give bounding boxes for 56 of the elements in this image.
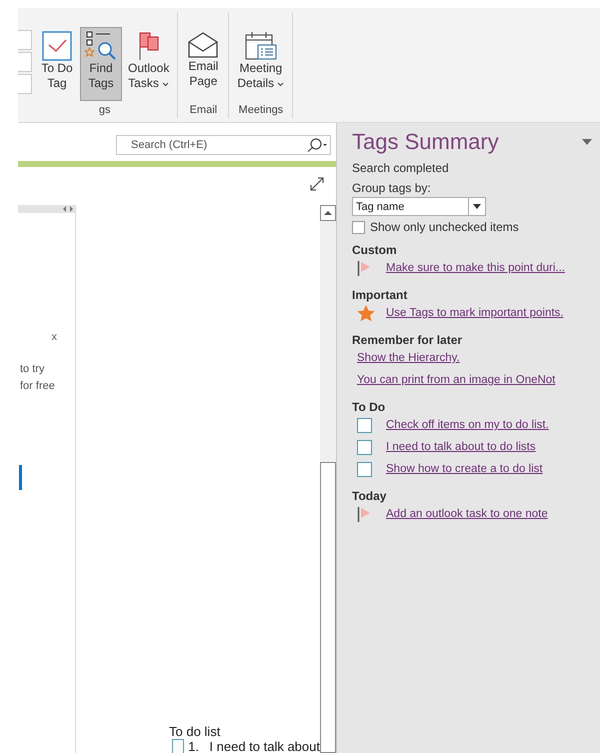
note-text: I need to talk about: [209, 738, 320, 753]
calendar-details-icon: [244, 31, 278, 61]
todo-checkbox[interactable]: [172, 738, 184, 753]
search-icon[interactable]: [305, 138, 329, 152]
todo-checkbox[interactable]: [357, 462, 372, 476]
up-arrow-icon: [324, 211, 332, 215]
envelope-icon: [187, 31, 220, 59]
promo-text: to try: [20, 362, 46, 377]
expand-gallery-button[interactable]: [18, 74, 32, 94]
tag-link[interactable]: You can print from an image in OneNot: [357, 374, 556, 386]
selection-bar: [19, 465, 22, 490]
tag-link[interactable]: Show the Hierarchy.: [357, 352, 460, 364]
scroll-up-button[interactable]: [320, 205, 336, 221]
scroll-arrows-icon[interactable]: [63, 206, 73, 212]
find-tags-icon: [84, 31, 118, 61]
search-field[interactable]: Search (Ctrl+E): [116, 135, 331, 155]
todo-checkbox[interactable]: [357, 418, 372, 432]
ribbon-button[interactable]: Meeting Details: [233, 27, 288, 101]
checkbox-tick-icon: [42, 31, 72, 61]
tag-link[interactable]: Use Tags to mark important points.: [386, 307, 564, 319]
tag-link[interactable]: Add an outlook task to one note: [386, 508, 548, 520]
checkbox[interactable]: [352, 220, 365, 234]
list-number: 1.: [188, 738, 200, 753]
tag-link[interactable]: I need to talk about to do lists: [386, 441, 536, 453]
close-button[interactable]: x: [52, 331, 57, 343]
todo-checkbox[interactable]: [357, 440, 372, 454]
tag-link[interactable]: Show how to create a to do list: [386, 463, 543, 475]
ribbon-button[interactable]: Email Page: [182, 27, 224, 101]
tag-link[interactable]: Check off items on my to do list.: [386, 419, 549, 431]
group-label: Email: [188, 104, 218, 118]
tag-link[interactable]: Make sure to make this point duri...: [386, 262, 565, 274]
group-by-label: Group tags by:: [352, 181, 432, 195]
group-label: gs: [98, 104, 112, 118]
checkbox-label: Show only unchecked items: [370, 220, 519, 234]
expand-icon[interactable]: [310, 177, 324, 191]
ribbon-button[interactable]: To Do Tag: [36, 27, 78, 101]
tag-group-heading: Remember for later: [352, 333, 464, 347]
star-icon: [357, 304, 375, 322]
flag-icon: [357, 506, 371, 522]
scrollbar-thumb[interactable]: [320, 462, 336, 753]
tag-group-heading: Important: [352, 288, 408, 302]
tag-group-heading: To Do: [352, 400, 386, 414]
tag-group-heading: Today: [352, 489, 388, 503]
tag-group-heading: Custom: [352, 243, 398, 257]
scroll-down-button[interactable]: [18, 52, 32, 72]
group-label: Meetings: [238, 104, 284, 118]
ribbon-button[interactable]: Outlook Tasks: [124, 27, 174, 101]
flag-icon: [357, 260, 371, 276]
ribbon-button[interactable]: Find Tags: [80, 27, 122, 101]
note-title: To do list: [169, 724, 222, 739]
pane-menu-icon[interactable]: [582, 139, 592, 145]
group-by-dropdown[interactable]: Tag name: [352, 197, 486, 216]
status-text: Search completed: [352, 161, 450, 175]
dropdown-arrow-icon: [473, 204, 481, 209]
promo-text: for free: [20, 379, 56, 394]
pane-title: Tags Summary: [352, 129, 499, 155]
